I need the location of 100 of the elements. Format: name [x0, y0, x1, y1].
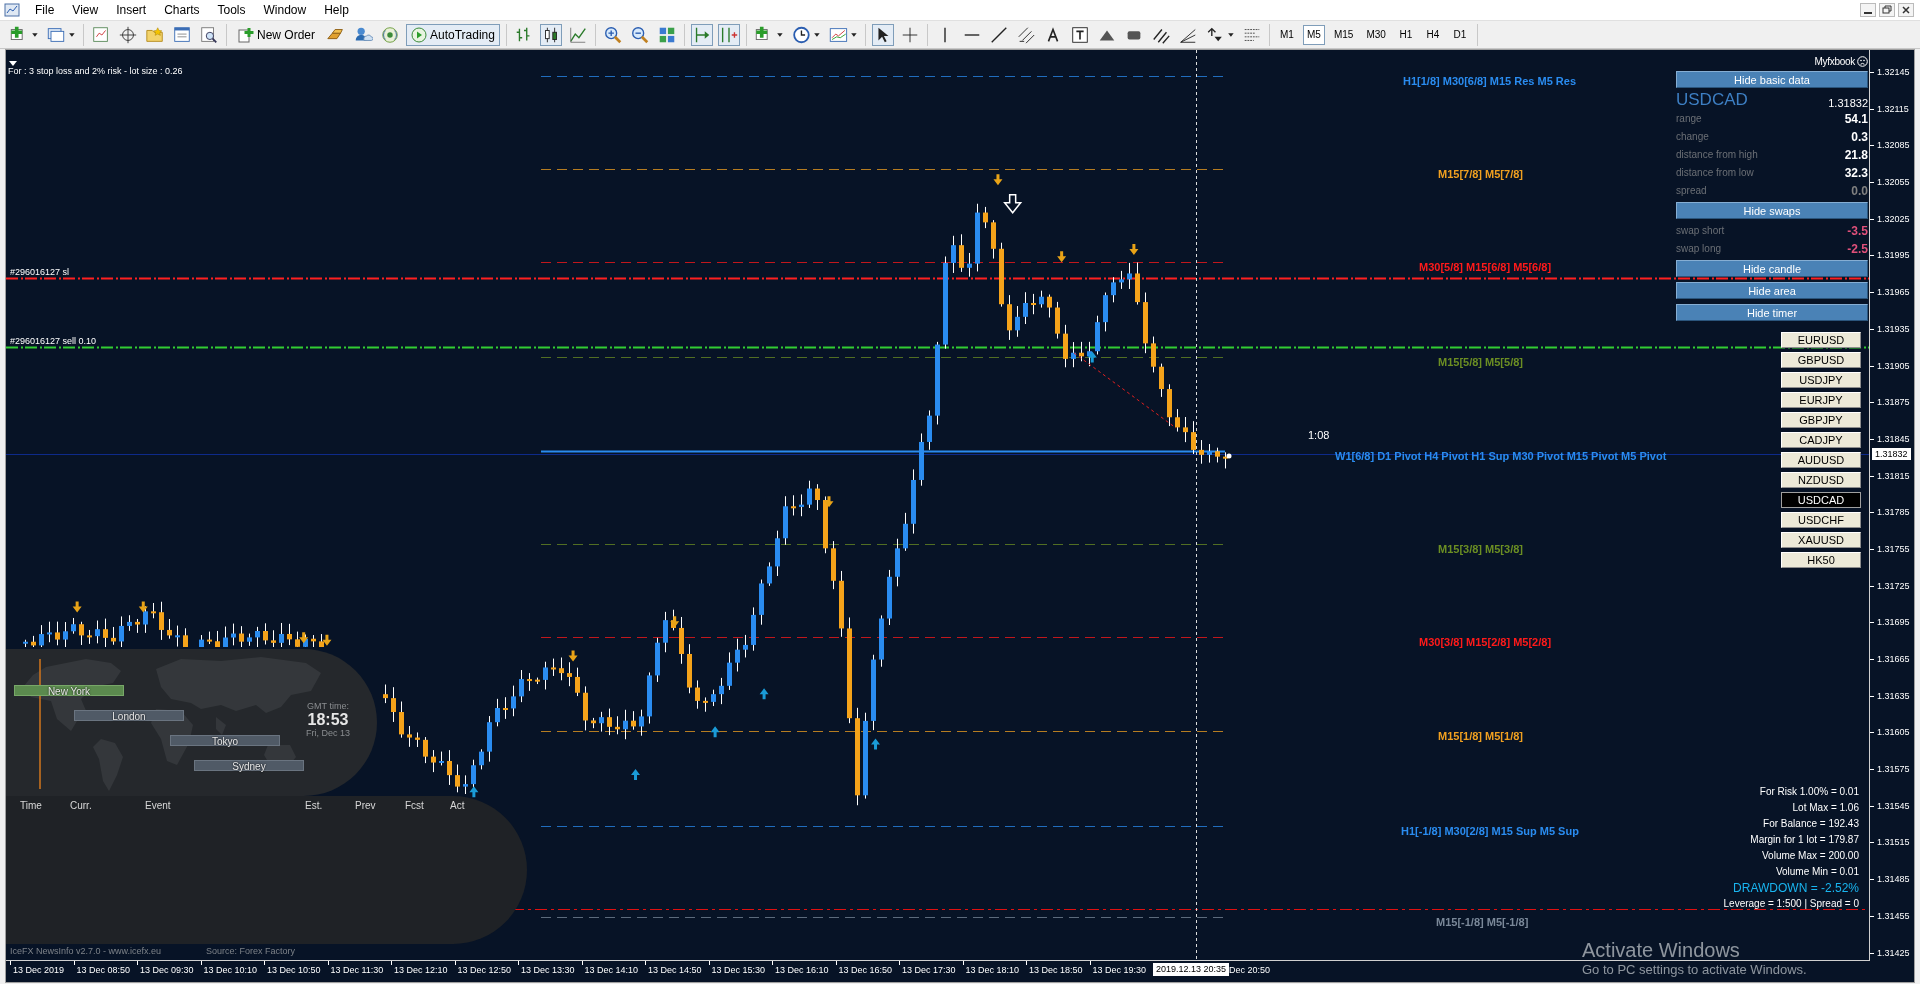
panel-button[interactable]: Hide candle [1676, 260, 1868, 277]
level-label: M15[1/8] M5[1/8] [1438, 730, 1523, 742]
timeframe-button[interactable]: H1 [1394, 24, 1417, 45]
price-label: 1.31635 [1870, 687, 1914, 725]
time-label: 13 Dec 10:50 [264, 961, 328, 979]
price-label: 1.32115 [1870, 100, 1914, 138]
symbol-button[interactable]: GBPJPY [1781, 412, 1861, 428]
menu-item[interactable]: Window [254, 3, 316, 17]
brand-label: Myfxbook [1814, 55, 1855, 67]
session-bar: London [74, 710, 184, 721]
time-label: 13 Dec 14:50 [645, 961, 709, 979]
price-label: 1.31785 [1870, 504, 1914, 541]
price-label: 1.31485 [1870, 871, 1914, 908]
time-label: 13 Dec 14:10 [581, 961, 645, 979]
time-label: 13 Dec 18:10 [962, 961, 1026, 979]
stat-value: 21.8 [1844, 147, 1868, 162]
panel-button[interactable]: Hide basic data [1676, 71, 1868, 88]
menu-item[interactable]: Charts [155, 3, 209, 17]
timeframe-button[interactable]: M1 [1275, 24, 1298, 45]
level-label: M30[5/8] M15[6/8] M5[6/8] [1419, 261, 1552, 273]
price-label: 1.31455 [1870, 907, 1914, 945]
column-header: Time [20, 800, 43, 811]
stat-value: 0.0 [1851, 183, 1868, 198]
time-label: 13 Dec 16:50 [835, 961, 899, 979]
level-label: M15[3/8] M5[3/8] [1438, 543, 1523, 555]
level-label: H1[-1/8] M30[2/8] M15 Sup M5 Sup [1401, 825, 1579, 837]
stat-label: range [1676, 113, 1702, 124]
price-value: 1.31832 [1828, 97, 1868, 109]
account-info-text: For Risk 1.00% = 0.01 [1759, 785, 1859, 799]
price-label: 1.31875 [1870, 394, 1914, 431]
stat-label: spread [1676, 185, 1707, 196]
clock-time: 18:53 [307, 711, 349, 728]
price-label: 1.31935 [1870, 320, 1914, 358]
clock-label: GMT time: [307, 701, 349, 711]
symbol-button[interactable]: XAUUSD [1781, 532, 1861, 548]
timeframe-button[interactable]: M5 [1302, 24, 1325, 45]
price-label: 1.31515 [1870, 834, 1914, 872]
timeframe-button[interactable]: M15 [1329, 24, 1358, 45]
symbol-button[interactable]: GBPUSD [1781, 352, 1861, 368]
toolbar-button[interactable]: New Order [233, 23, 320, 46]
symbol-button[interactable]: HK50 [1781, 552, 1861, 568]
column-header: Act [450, 800, 466, 811]
symbol-button[interactable]: EURUSD [1781, 332, 1861, 348]
price-label: 1.32145 [1870, 64, 1914, 101]
timeframe-button[interactable]: D1 [1448, 24, 1471, 45]
time-label: Dec 20:50 [1229, 964, 1271, 977]
stat-value: -3.5 [1847, 223, 1868, 238]
price-label: 1.32085 [1870, 137, 1914, 175]
time-label: 13 Dec 10:10 [200, 961, 264, 979]
cursor-time-tag: 2019.12.13 20:35 [1153, 963, 1230, 976]
stat-value: -2.5 [1847, 241, 1868, 256]
column-header: Est. [305, 800, 324, 811]
footer-text: IceFX NewsInfo v2.7.0 - www.icefx.eu [10, 946, 162, 956]
menu-item[interactable]: View [63, 3, 108, 17]
level-label: M30[3/8] M15[2/8] M5[2/8] [1419, 636, 1552, 648]
price-label: 1.31905 [1870, 357, 1914, 395]
menu-item[interactable]: File [26, 3, 64, 17]
level-label: M15[5/8] M5[5/8] [1438, 356, 1523, 368]
price-label: 1.31575 [1870, 761, 1914, 798]
session-bar: Tokyo [170, 735, 280, 746]
column-header: Curr. [70, 800, 93, 811]
symbol-button[interactable]: AUDUSD [1781, 452, 1861, 468]
stat-label: swap short [1676, 225, 1725, 236]
level-label: M15[7/8] M5[7/8] [1438, 168, 1523, 180]
symbol-button[interactable]: EURJPY [1781, 392, 1861, 408]
footer-text: Source: Forex Factory [206, 946, 296, 956]
symbol-button[interactable]: USDCHF [1781, 512, 1861, 528]
time-label: 13 Dec 08:50 [73, 961, 137, 979]
session-bar: Sydney [194, 760, 304, 771]
panel-button[interactable]: Hide timer [1676, 304, 1868, 321]
time-label: 13 Dec 13:30 [518, 961, 582, 979]
stat-label: distance from low [1676, 167, 1754, 178]
menu-item[interactable]: Tools [208, 3, 255, 17]
price-label: 1.32055 [1870, 174, 1914, 211]
toolbar-button[interactable]: AutoTrading [406, 23, 500, 46]
time-label: 13 Dec 09:30 [137, 961, 201, 979]
timeframe-button[interactable]: M30 [1362, 24, 1390, 45]
symbol-button[interactable]: CADJPY [1781, 432, 1861, 448]
chart-comment: For : 3 stop loss and 2% risk - lot size : 0.26 [8, 66, 183, 77]
panel-button[interactable]: Hide swaps [1676, 202, 1868, 219]
account-info-text: Leverage = 1:500 | Spread = 0 [1723, 897, 1859, 911]
clock-date: Fri, Dec 13 [306, 728, 350, 738]
symbol-button[interactable]: USDJPY [1781, 372, 1861, 388]
symbol-button[interactable]: NZDUSD [1781, 472, 1861, 488]
timeframe-button[interactable]: H4 [1421, 24, 1444, 45]
menu-item[interactable]: Insert [107, 3, 156, 17]
stat-label: swap long [1676, 243, 1722, 254]
drawdown-text: DRAWDOWN = -2.52% [1733, 880, 1859, 896]
menu-item[interactable]: Help [315, 3, 358, 17]
price-label: 1.31605 [1870, 724, 1914, 762]
price-label: 1.31755 [1870, 540, 1914, 578]
stat-label: distance from high [1676, 149, 1758, 160]
symbol-button[interactable]: USDCAD [1781, 492, 1861, 508]
time-label: 13 Dec 12:10 [391, 961, 455, 979]
time-label: 13 Dec 15:30 [708, 961, 772, 979]
time-label: 13 Dec 11:30 [327, 961, 391, 979]
session-bar: New York [14, 685, 124, 696]
price-label: 1.31965 [1870, 284, 1914, 321]
order-label: #296016127 sl [10, 267, 70, 278]
panel-button[interactable]: Hide area [1676, 282, 1868, 299]
